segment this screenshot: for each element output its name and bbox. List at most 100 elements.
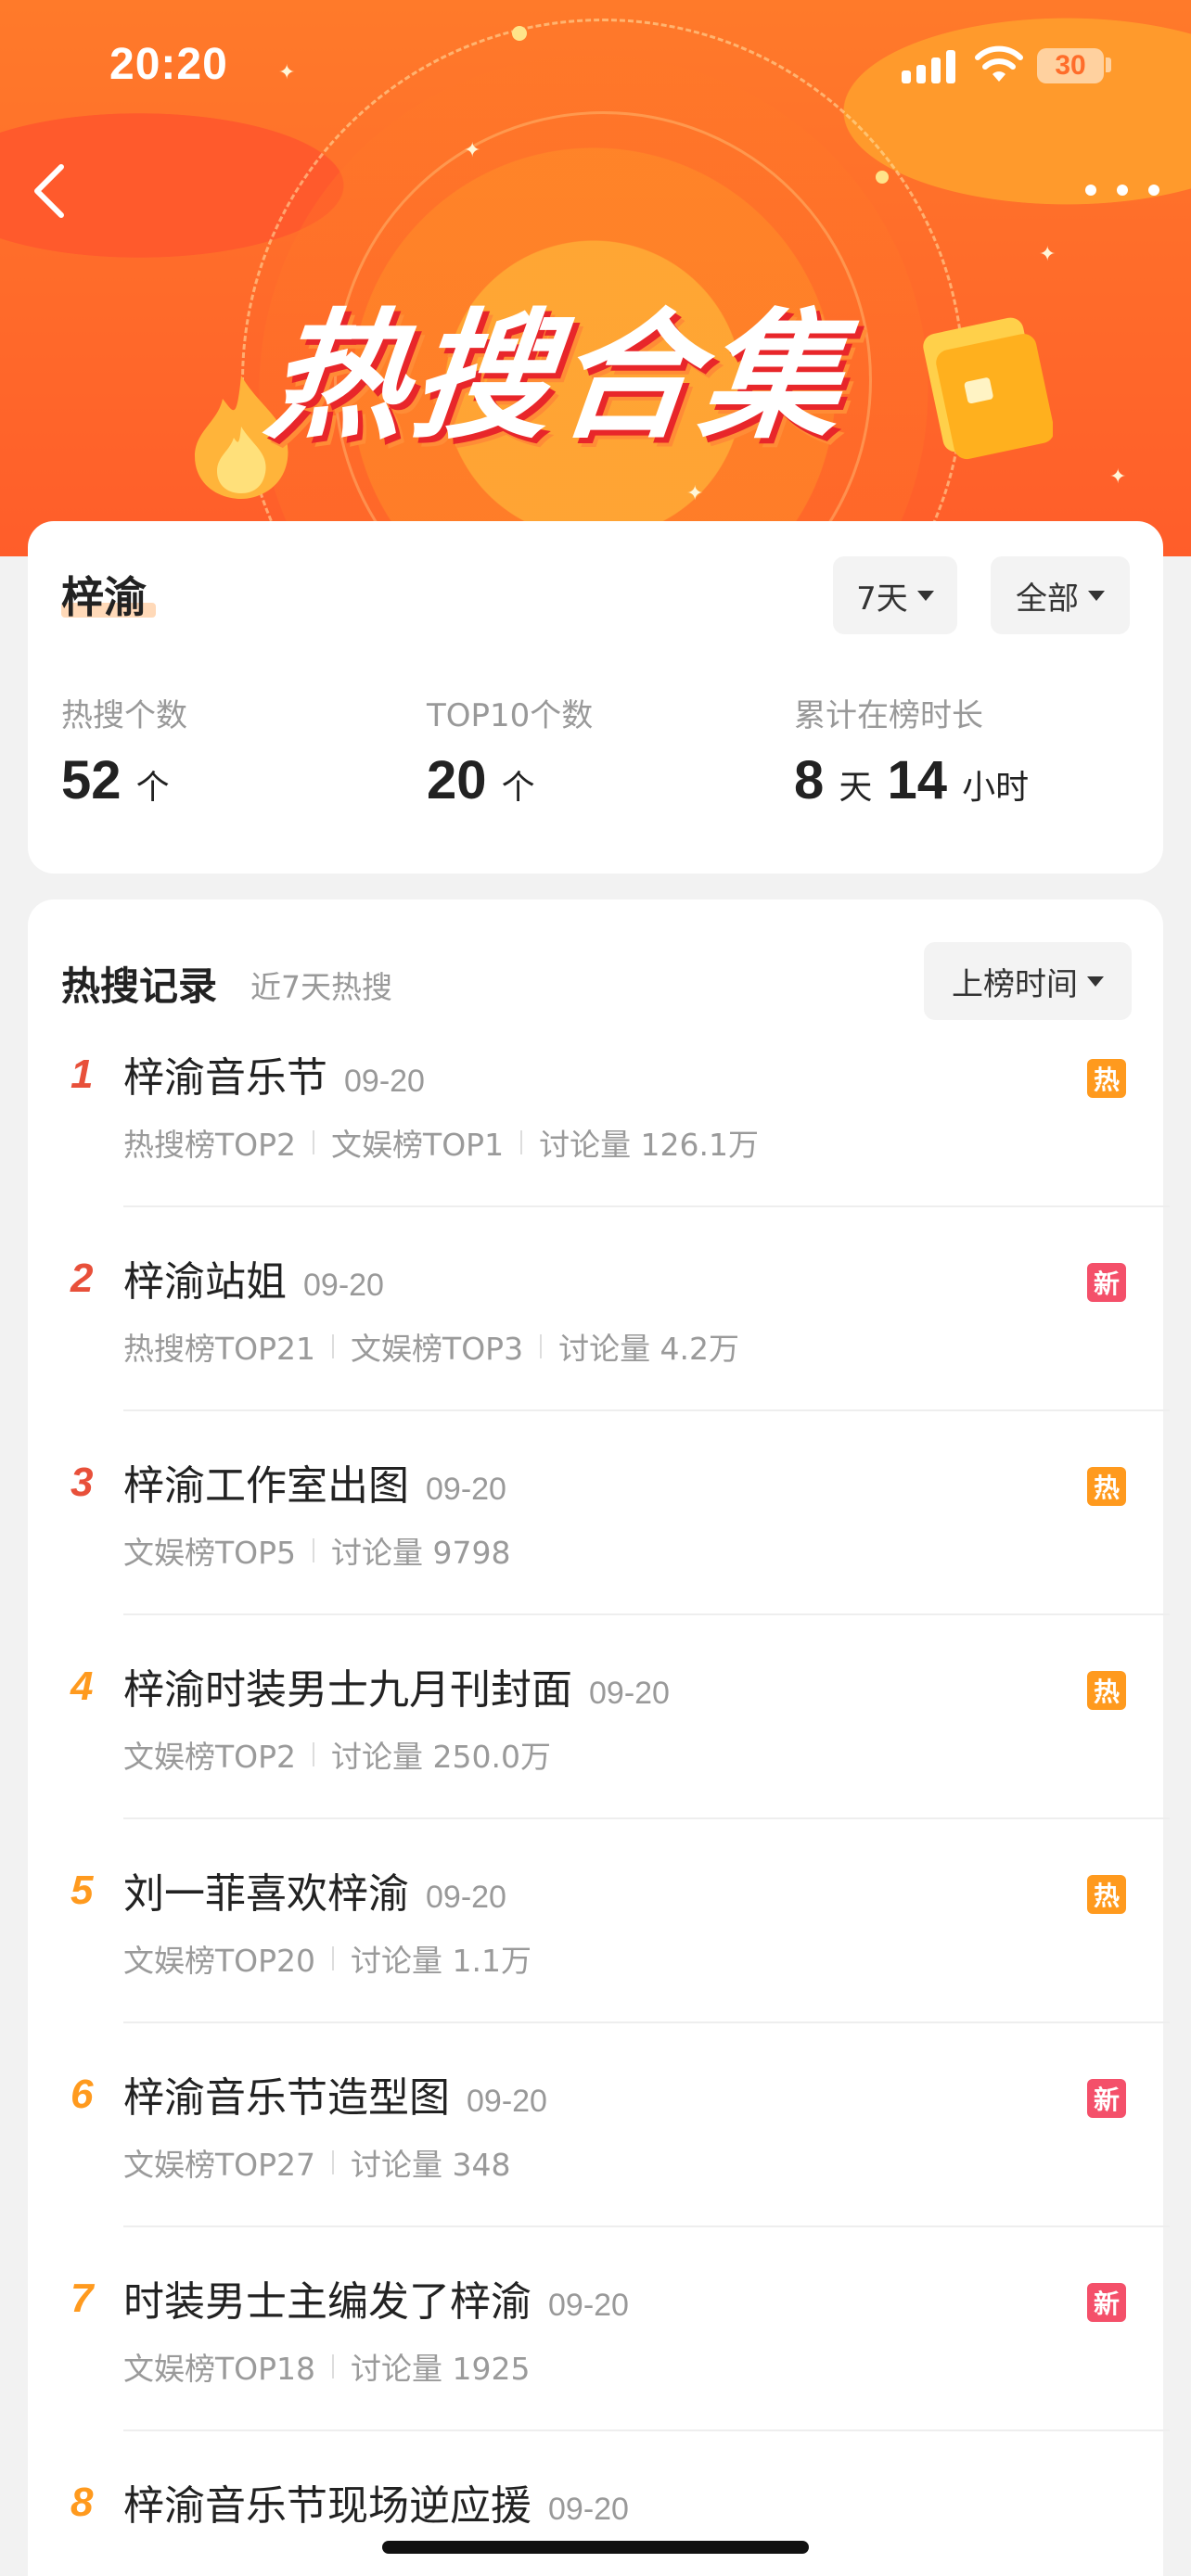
record-list-item[interactable]: 6 梓渝音乐节造型图 09-20 文娱榜TOP27 讨论量 348 新 (28, 2051, 1170, 2255)
record-meta: 热搜榜TOP2 文娱榜TOP1 讨论量 126.1万 (123, 1120, 759, 1165)
record-title-row: 梓渝音乐节造型图 09-20 (123, 2064, 547, 2123)
list-divider (123, 2429, 1170, 2431)
folder-icon (923, 317, 1053, 460)
record-meta-item: 讨论量 1925 (351, 2351, 531, 2387)
home-indicator (382, 2541, 809, 2554)
meta-separator (520, 1130, 523, 1154)
record-meta-item: 讨论量 1.1万 (351, 1943, 532, 1979)
back-arrow-icon[interactable] (24, 158, 80, 223)
record-meta-item: 讨论量 126.1万 (539, 1127, 760, 1163)
record-meta-item: 文娱榜TOP1 (331, 1127, 505, 1163)
record-meta-item: 文娱榜TOP18 (123, 2351, 316, 2387)
caret-down-icon (1087, 976, 1104, 987)
hot-badge: 热 (1087, 1467, 1126, 1506)
record-meta-item: 热搜榜TOP21 (123, 1331, 316, 1367)
days-filter-label: 7天 (856, 580, 908, 618)
list-divider (123, 1613, 1170, 1615)
meta-separator (313, 1538, 315, 1562)
more-options-icon[interactable] (1085, 167, 1159, 213)
record-rank: 5 (70, 1868, 94, 1913)
record-title-row: 梓渝音乐节现场逆应援 09-20 (123, 2472, 629, 2531)
status-bar: 20:20 30 (0, 0, 1191, 130)
record-date: 09-20 (303, 1268, 384, 1303)
record-title-row: 时装男士主编发了梓渝 09-20 (123, 2268, 629, 2327)
records-title: 热搜记录 (61, 963, 218, 1009)
record-meta-item: 文娱榜TOP20 (123, 1943, 316, 1979)
hot-badge: 热 (1087, 1875, 1126, 1914)
record-meta-item: 文娱榜TOP5 (123, 1535, 297, 1571)
hot-badge: 热 (1087, 1059, 1126, 1098)
record-list-item[interactable]: 3 梓渝工作室出图 09-20 文娱榜TOP5 讨论量 9798 热 (28, 1439, 1170, 1643)
caret-down-icon (1088, 590, 1105, 601)
stat-label-hot-count: 热搜个数 (61, 697, 187, 734)
battery-cap (1106, 57, 1111, 72)
record-title-row: 刘一菲喜欢梓渝 09-20 (123, 1860, 506, 1919)
sparkle-dot (876, 171, 889, 184)
record-date: 09-20 (589, 1676, 670, 1711)
meta-separator (332, 2354, 335, 2378)
record-rank: 8 (70, 2480, 94, 2525)
record-list-item[interactable]: 7 时装男士主编发了梓渝 09-20 文娱榜TOP18 讨论量 1925 新 (28, 2255, 1170, 2459)
record-list-item[interactable]: 4 梓渝时装男士九月刊封面 09-20 文娱榜TOP2 讨论量 250.0万 热 (28, 1643, 1170, 1847)
record-meta: 文娱榜TOP20 讨论量 1.1万 (123, 1936, 531, 1981)
sparkle-icon: ✦ (1109, 465, 1127, 489)
record-meta-item: 文娱榜TOP27 (123, 2147, 316, 2183)
meta-separator (332, 2150, 335, 2174)
topic-name: 梓渝 (61, 572, 147, 622)
record-title-row: 梓渝工作室出图 09-20 (123, 1452, 506, 1511)
record-title: 梓渝工作室出图 (123, 1462, 409, 1510)
meta-separator (540, 1334, 543, 1358)
record-date: 09-20 (344, 1064, 425, 1099)
record-date: 09-20 (548, 2288, 629, 2323)
meta-separator (313, 1742, 315, 1766)
list-divider (123, 1205, 1170, 1207)
list-divider (123, 1409, 1170, 1411)
record-list-item[interactable]: 8 梓渝音乐节现场逆应援 09-20 (28, 2459, 1163, 2576)
record-list-item[interactable]: 5 刘一菲喜欢梓渝 09-20 文娱榜TOP20 讨论量 1.1万 热 (28, 1847, 1170, 2051)
record-rank: 6 (70, 2072, 94, 2117)
cellular-signal-icon (902, 48, 959, 83)
wifi-icon (975, 45, 1023, 82)
record-title: 梓渝音乐节现场逆应援 (123, 2482, 531, 2530)
sort-dropdown[interactable]: 上榜时间 (924, 942, 1132, 1020)
scope-filter-label: 全部 (1016, 580, 1079, 618)
record-meta: 文娱榜TOP18 讨论量 1925 (123, 2344, 531, 2389)
stat-value-hot-count: 52 个 (61, 750, 170, 810)
caret-down-icon (916, 590, 934, 601)
status-time: 20:20 (109, 40, 228, 89)
record-meta: 文娱榜TOP27 讨论量 348 (123, 2140, 511, 2185)
record-rank: 1 (70, 1052, 94, 1097)
record-meta-item: 讨论量 9798 (331, 1535, 511, 1571)
sort-label: 上榜时间 (952, 965, 1078, 1003)
record-meta: 文娱榜TOP5 讨论量 9798 (123, 1528, 511, 1573)
record-list-item[interactable]: 1 梓渝音乐节 09-20 热搜榜TOP2 文娱榜TOP1 讨论量 126.1万 热 (28, 1031, 1170, 1235)
new-badge: 新 (1087, 1263, 1126, 1302)
list-divider (123, 2021, 1170, 2023)
record-list-item[interactable]: 2 梓渝站姐 09-20 热搜榜TOP21 文娱榜TOP3 讨论量 4.2万 新 (28, 1235, 1170, 1439)
sparkle-icon: ✦ (686, 482, 704, 505)
list-divider (123, 2225, 1170, 2227)
record-meta-item: 讨论量 348 (351, 2147, 511, 2183)
record-title-row: 梓渝站姐 09-20 (123, 1248, 384, 1307)
new-badge: 新 (1087, 2079, 1126, 2118)
meta-separator (332, 1334, 335, 1358)
record-rank: 4 (70, 1664, 94, 1709)
record-date: 09-20 (467, 2084, 547, 2119)
record-title: 时装男士主编发了梓渝 (123, 2278, 531, 2326)
record-meta-item: 文娱榜TOP2 (123, 1739, 297, 1775)
scope-filter-dropdown[interactable]: 全部 (991, 556, 1130, 634)
list-divider (123, 1817, 1170, 1819)
record-meta: 热搜榜TOP21 文娱榜TOP3 讨论量 4.2万 (123, 1324, 739, 1369)
banner-title: 热搜合集 (259, 297, 855, 458)
record-rank: 3 (70, 1460, 94, 1505)
days-filter-dropdown[interactable]: 7天 (833, 556, 957, 634)
meta-separator (332, 1946, 335, 1970)
record-meta-item: 文娱榜TOP3 (351, 1331, 524, 1367)
record-date: 09-20 (548, 2492, 629, 2527)
stat-label-duration: 累计在榜时长 (794, 697, 983, 734)
record-meta-item: 讨论量 250.0万 (331, 1739, 551, 1775)
stat-value-top10-count: 20 个 (427, 750, 535, 810)
record-title: 梓渝时装男士九月刊封面 (123, 1666, 572, 1714)
record-rank: 7 (70, 2276, 94, 2321)
record-title: 刘一菲喜欢梓渝 (123, 1870, 409, 1918)
